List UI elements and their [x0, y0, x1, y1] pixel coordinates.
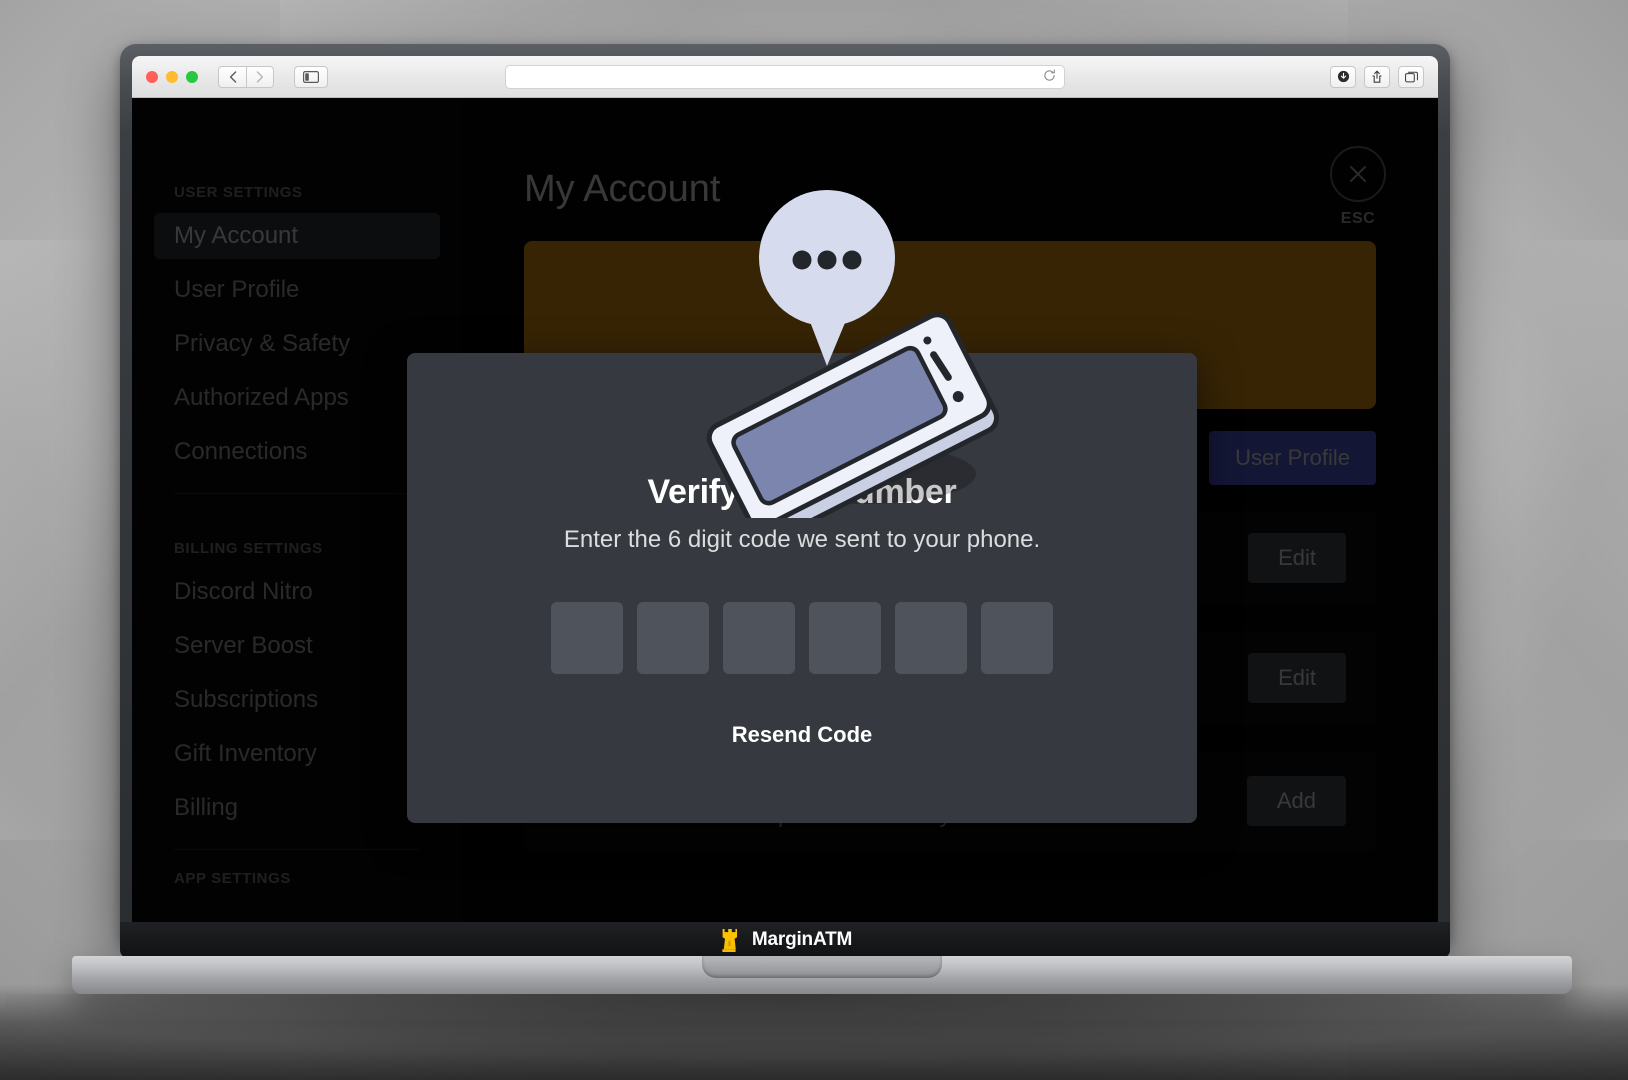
- sidebar-divider: [174, 493, 420, 494]
- studio-backdrop: USER SETTINGS My Account User Profile Pr…: [0, 0, 1628, 1080]
- page-title: My Account: [524, 168, 721, 210]
- sidebar-item-billing[interactable]: Billing: [154, 785, 440, 831]
- sidebar-item-label: Gift Inventory: [174, 740, 317, 767]
- rook-chess-piece-icon: [720, 929, 737, 952]
- sidebar-item-label: Privacy & Safety: [174, 330, 351, 357]
- sidebar-item-subscriptions[interactable]: Subscriptions: [154, 677, 440, 723]
- laptop-trackpad-notch: [702, 956, 942, 978]
- discord-user-settings: USER SETTINGS My Account User Profile Pr…: [132, 98, 1438, 922]
- minimize-window-button[interactable]: [166, 70, 178, 83]
- sidebar-item-gift-inventory[interactable]: Gift Inventory: [154, 731, 440, 777]
- laptop-chin-watermark: MarginATM: [120, 922, 1450, 958]
- modal-title: Verify Your Number: [647, 473, 957, 511]
- sidebar-item-connections[interactable]: Connections: [154, 429, 440, 475]
- modal-subtitle: Enter the 6 digit code we sent to your p…: [563, 526, 1041, 553]
- download-icon[interactable]: [1330, 65, 1356, 88]
- sidebar-item-authorized-apps[interactable]: Authorized Apps: [154, 375, 440, 421]
- tab-overview-icon[interactable]: [1398, 65, 1424, 88]
- sidebar-item-server-boost[interactable]: Server Boost: [154, 623, 440, 669]
- address-bar[interactable]: [505, 64, 1065, 89]
- sidebar-item-label: User Profile: [174, 276, 300, 303]
- sidebar-item-user-profile[interactable]: User Profile: [154, 267, 440, 313]
- verify-number-modal: Verify Your Number Enter the 6 digit cod…: [407, 353, 1197, 823]
- sidebar-item-my-account[interactable]: My Account: [154, 213, 440, 259]
- brand-name: MarginATM: [751, 929, 853, 950]
- sidebar-item-label: Authorized Apps: [174, 384, 349, 411]
- sidebar-item-label: Subscriptions: [174, 686, 319, 713]
- code-digit-5[interactable]: [895, 602, 967, 674]
- sidebar-divider-2: [174, 849, 420, 850]
- code-digit-6[interactable]: [981, 602, 1053, 674]
- laptop-lid: USER SETTINGS My Account User Profile Pr…: [120, 44, 1450, 958]
- sidebar-item-label: Server Boost: [174, 632, 313, 659]
- user-profile-button[interactable]: User Profile: [1209, 431, 1376, 485]
- resend-code-button[interactable]: Resend Code: [732, 722, 873, 748]
- laptop-mockup: USER SETTINGS My Account User Profile Pr…: [5, 44, 1572, 1054]
- sidebar-section-app-settings: APP SETTINGS: [174, 870, 291, 887]
- browser-toolbar: [132, 56, 1438, 98]
- close-x-icon[interactable]: [1330, 146, 1386, 202]
- edit-username-button[interactable]: Edit: [1248, 533, 1346, 583]
- sidebar-section-user-settings: USER SETTINGS: [174, 184, 303, 201]
- add-phone-number-button[interactable]: Add: [1246, 776, 1346, 826]
- code-digit-2[interactable]: [637, 602, 709, 674]
- esc-label: ESC: [1340, 210, 1376, 227]
- browser-right-icons[interactable]: [1330, 65, 1424, 88]
- maximize-window-button[interactable]: [186, 70, 198, 83]
- forward-icon[interactable]: [246, 65, 274, 88]
- close-settings-button[interactable]: ESC: [1330, 146, 1386, 228]
- code-digit-4[interactable]: [809, 602, 881, 674]
- sidebar-toggle-icon[interactable]: [294, 65, 328, 88]
- nav-button-group[interactable]: [218, 65, 274, 88]
- laptop-shadow: [5, 994, 1565, 1054]
- sidebar-item-discord-nitro[interactable]: Discord Nitro: [154, 569, 440, 615]
- sidebar-item-label: My Account: [174, 222, 299, 249]
- window-traffic-lights[interactable]: [146, 70, 198, 83]
- laptop-base: [72, 956, 1572, 994]
- verification-code-inputs[interactable]: [551, 602, 1053, 674]
- reload-icon[interactable]: [1043, 69, 1056, 85]
- sidebar-item-label: Discord Nitro: [174, 578, 313, 605]
- sidebar-item-label: Connections: [174, 438, 308, 465]
- sidebar-item-label: Billing: [174, 794, 239, 821]
- edit-email-button[interactable]: Edit: [1248, 653, 1346, 703]
- laptop-screen: USER SETTINGS My Account User Profile Pr…: [132, 56, 1438, 922]
- code-digit-1[interactable]: [551, 602, 623, 674]
- share-icon[interactable]: [1364, 65, 1390, 88]
- close-window-button[interactable]: [146, 70, 158, 83]
- sidebar-item-privacy-safety[interactable]: Privacy & Safety: [154, 321, 440, 367]
- code-digit-3[interactable]: [723, 602, 795, 674]
- back-icon[interactable]: [218, 65, 246, 88]
- sidebar-section-billing-settings: BILLING SETTINGS: [174, 540, 323, 557]
